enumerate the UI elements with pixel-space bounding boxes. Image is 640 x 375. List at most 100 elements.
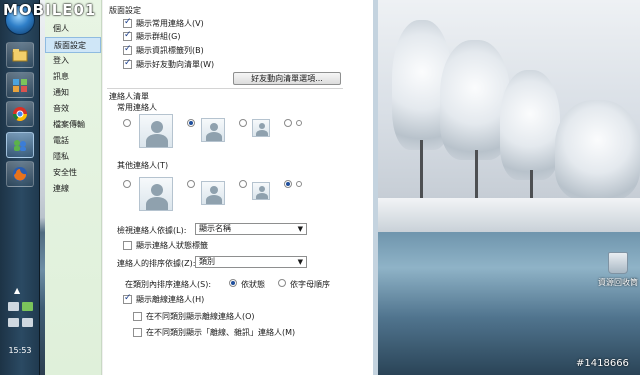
nav-item-personal[interactable]: 個人 [45, 21, 101, 37]
favorites-subtitle: 常用連絡人 [117, 103, 157, 112]
select-value: 類別 [199, 257, 215, 266]
nav-item-privacy[interactable]: 隱私 [45, 149, 101, 165]
chrome-icon [13, 107, 27, 121]
options-nav: 個人 版面設定 登入 訊息 通知 音效 檔案傳輸 電話 隱私 安全性 連線 [45, 0, 102, 375]
checkbox-box[interactable] [123, 241, 132, 250]
checkbox-label: 顯示群組(G) [136, 32, 181, 41]
offline-separate-group-checkbox[interactable]: 在不同類別顯示離線連絡人(O) [133, 311, 255, 322]
checkbox-box[interactable] [123, 17, 132, 28]
layout-section-title: 版面設定 [109, 6, 141, 15]
sort-by-label: 連絡人的排序依據(Z): [117, 259, 196, 268]
whats-new-options-button[interactable]: 好友動向清單選項... [233, 72, 341, 85]
checkbox-box[interactable] [123, 44, 132, 55]
wallpaper-ground [378, 198, 640, 232]
messenger-options-window: 個人 版面設定 登入 訊息 通知 音效 檔案傳輸 電話 隱私 安全性 連線 版面… [45, 0, 378, 375]
favorites-size-none-radio[interactable] [284, 119, 292, 127]
options-content: 版面設定 顯示常用連絡人(V) 顯示群組(G) 顯示資訊標籤列(B) 顯示好友動… [103, 0, 373, 375]
checkbox-box[interactable] [133, 328, 142, 337]
checkbox-label: 在不同類別顯示「離線、雜訊」連絡人(M) [146, 328, 296, 337]
window-edge-scrollbar[interactable] [373, 0, 378, 375]
firefox-taskbar-button[interactable] [6, 161, 34, 187]
sort-in-category-label: 在類別內排序連絡人(S): [125, 280, 212, 289]
checkbox-label: 顯示好友動向清單(W) [136, 60, 215, 69]
small-avatar-preview [252, 119, 270, 137]
others-size-medium-radio[interactable] [187, 180, 195, 188]
favorites-dot-indicator [296, 120, 302, 126]
image-watermark: #1418666 [576, 358, 629, 369]
recycle-bin[interactable]: 資源回收筒 [596, 252, 640, 288]
nav-item-file-transfer[interactable]: 檔案傳輸 [45, 117, 101, 133]
show-info-bar-checkbox[interactable]: 顯示資訊標籤列(B) [123, 44, 204, 56]
others-size-large-radio[interactable] [123, 180, 131, 188]
nav-item-messages[interactable]: 訊息 [45, 69, 101, 85]
nav-item-alerts[interactable]: 通知 [45, 85, 101, 101]
nav-item-connection[interactable]: 連線 [45, 181, 101, 197]
tray-volume-icon[interactable] [8, 318, 19, 327]
messenger-taskbar-button[interactable] [6, 132, 34, 158]
wallpaper-tree [500, 70, 560, 180]
tray-network-icon[interactable] [8, 302, 19, 311]
view-by-select[interactable]: 顯示名稱 ▼ [195, 223, 307, 235]
sort-by-select[interactable]: 類別 ▼ [195, 256, 307, 268]
favorites-size-medium-radio[interactable] [187, 119, 195, 127]
view-by-label: 檢視連絡人依據(L): [117, 226, 187, 235]
show-whats-new-checkbox[interactable]: 顯示好友動向清單(W) [123, 58, 215, 70]
favorites-size-large-radio[interactable] [123, 119, 131, 127]
nav-item-signin[interactable]: 登入 [45, 53, 101, 69]
checkbox-label: 顯示資訊標籤列(B) [136, 46, 204, 55]
checkbox-box[interactable] [133, 312, 142, 321]
nav-item-sounds[interactable]: 音效 [45, 101, 101, 117]
control-panel-taskbar-button[interactable] [6, 72, 34, 98]
contact-list-title: 連絡人清單 [109, 92, 149, 101]
show-status-checkbox[interactable]: 顯示連絡人狀態標籤 [123, 240, 208, 251]
mobile01-logo: MOBILE01 [3, 1, 97, 19]
explorer-taskbar-button[interactable] [6, 42, 34, 68]
nav-item-phone[interactable]: 電話 [45, 133, 101, 149]
sort-alphabetical-radio[interactable] [278, 279, 286, 287]
checkbox-label: 顯示連絡人狀態標籤 [136, 241, 208, 250]
taskbar-clock[interactable]: 15:53 [0, 346, 40, 355]
medium-avatar-preview [201, 181, 225, 205]
wallpaper-tree [555, 100, 640, 200]
sort-alphabetical-label: 依字母順序 [290, 280, 330, 289]
wallpaper-trunk [475, 150, 478, 200]
others-size-none-radio[interactable] [284, 180, 292, 188]
taskbar: ▲ 15:53 [0, 0, 40, 375]
recycle-bin-label: 資源回收筒 [598, 278, 638, 287]
checkbox-label: 顯示常用連絡人(V) [136, 19, 204, 28]
nav-item-security[interactable]: 安全性 [45, 165, 101, 181]
checkbox-box[interactable] [123, 58, 132, 69]
wallpaper-trunk [530, 170, 533, 200]
large-avatar-preview [139, 114, 173, 148]
checkbox-box[interactable] [123, 293, 132, 304]
folder-icon [12, 49, 28, 62]
checkbox-label: 顯示離線連絡人(H) [136, 295, 205, 304]
checkbox-label: 在不同類別顯示離線連絡人(O) [146, 312, 255, 321]
tray-status-icon[interactable] [22, 302, 33, 311]
others-dot-indicator [296, 181, 302, 187]
chevron-down-icon: ▼ [297, 258, 303, 266]
nav-item-layout[interactable]: 版面設定 [45, 37, 101, 53]
select-value: 顯示名稱 [199, 224, 231, 233]
others-size-small-radio[interactable] [239, 180, 247, 188]
firefox-icon [13, 167, 27, 181]
show-favorites-checkbox[interactable]: 顯示常用連絡人(V) [123, 17, 204, 29]
tray-power-icon[interactable] [22, 318, 33, 327]
sort-by-status-radio[interactable] [229, 279, 237, 287]
favorites-size-small-radio[interactable] [239, 119, 247, 127]
wallpaper-trunk [420, 140, 423, 200]
medium-avatar-preview [201, 118, 225, 142]
others-subtitle: 其他連絡人(T) [117, 161, 169, 170]
control-panel-icon [13, 79, 27, 92]
offline-blocked-separate-checkbox[interactable]: 在不同類別顯示「離線、雜訊」連絡人(M) [133, 327, 295, 338]
chevron-down-icon: ▼ [297, 225, 303, 233]
small-avatar-preview [252, 182, 270, 200]
messenger-icon [14, 140, 26, 151]
show-offline-checkbox[interactable]: 顯示離線連絡人(H) [123, 293, 205, 305]
tray-expand-icon[interactable]: ▲ [14, 286, 20, 295]
show-groups-checkbox[interactable]: 顯示群組(G) [123, 30, 181, 42]
chrome-taskbar-button[interactable] [6, 101, 34, 127]
large-avatar-preview [139, 177, 173, 211]
sort-by-status-label: 依狀態 [241, 280, 265, 289]
checkbox-box[interactable] [123, 30, 132, 41]
